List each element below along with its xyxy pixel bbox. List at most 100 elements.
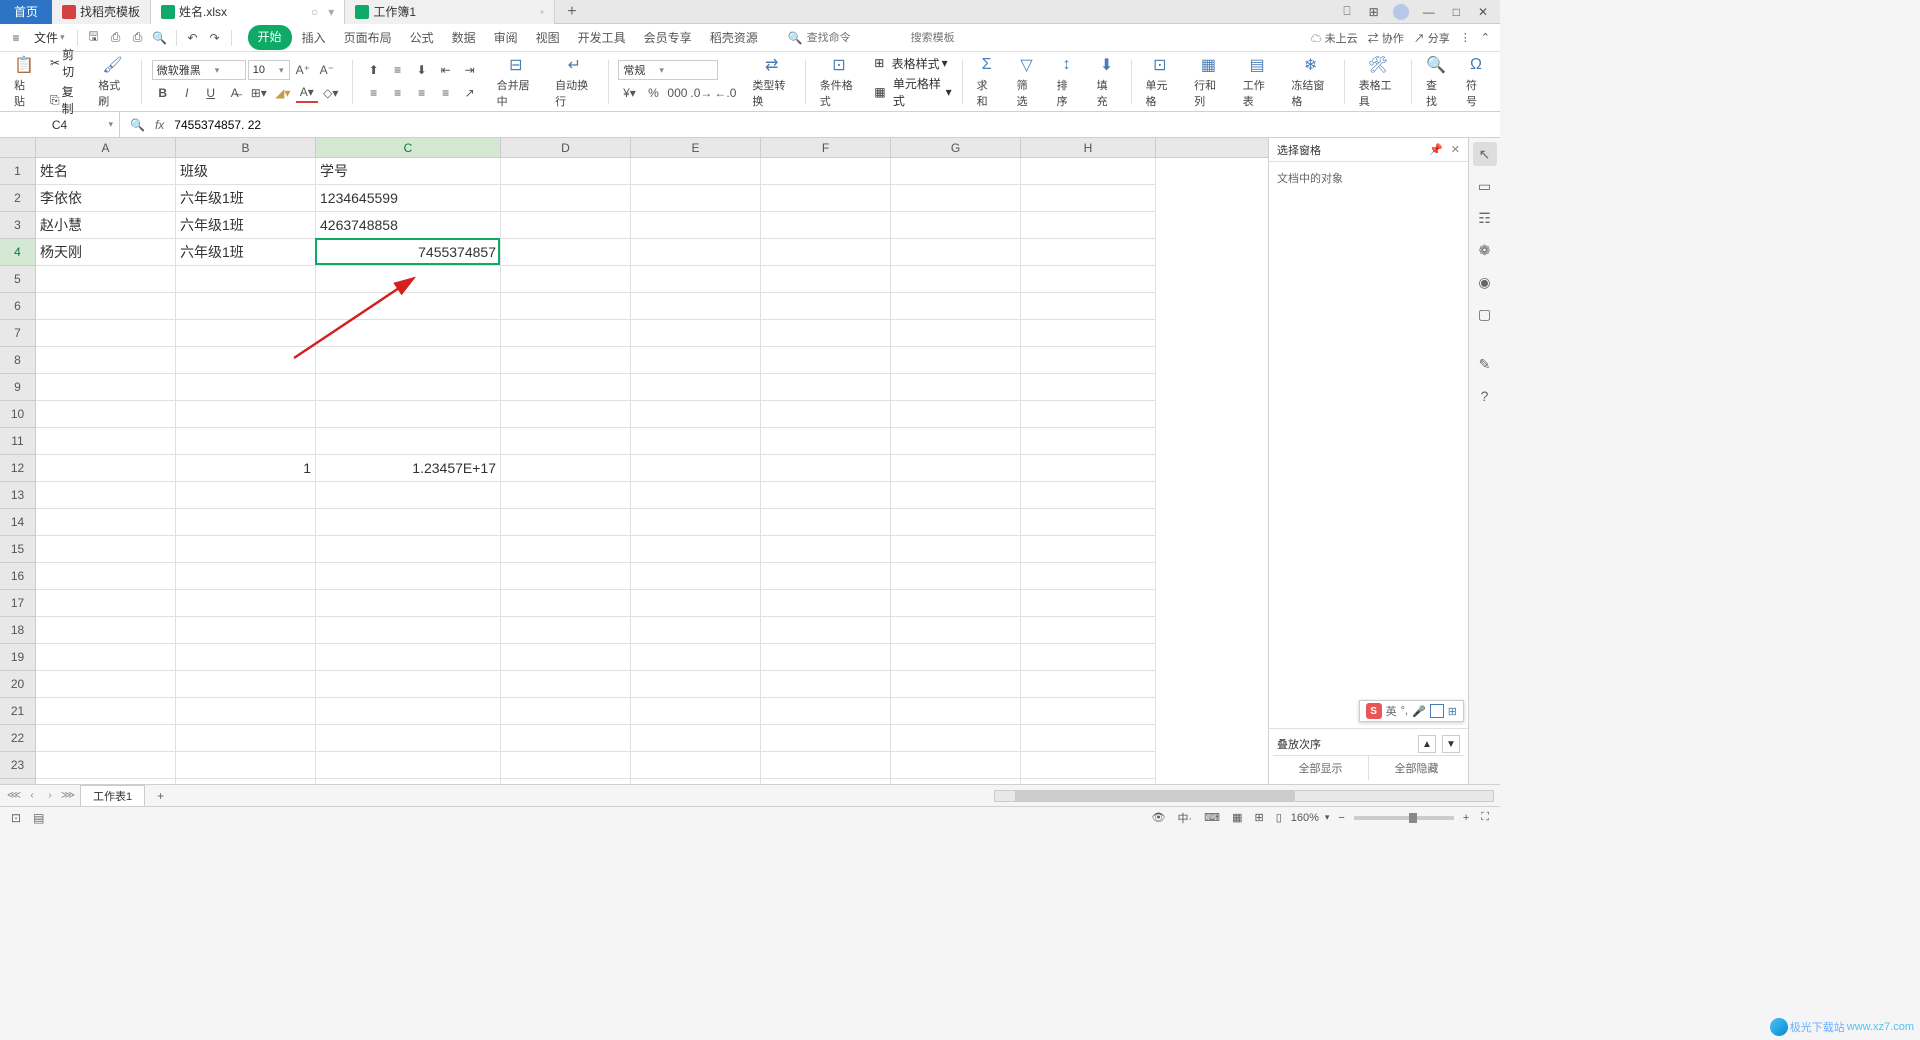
cell-C3[interactable]: 4263748858 <box>316 212 501 239</box>
cell-C11[interactable] <box>316 428 501 455</box>
cell-D23[interactable] <box>501 752 631 779</box>
cell-A23[interactable] <box>36 752 176 779</box>
cell-A15[interactable] <box>36 536 176 563</box>
cell-H5[interactable] <box>1021 266 1156 293</box>
cell-G16[interactable] <box>891 563 1021 590</box>
cell-F14[interactable] <box>761 509 891 536</box>
cancel-icon[interactable]: 🔍 <box>130 118 145 132</box>
cell-A3[interactable]: 赵小慧 <box>36 212 176 239</box>
col-header-B[interactable]: B <box>176 138 316 157</box>
cell-A1[interactable]: 姓名 <box>36 158 176 185</box>
strike-button[interactable]: A̶ <box>224 83 246 103</box>
fx-button[interactable]: fx <box>155 118 164 132</box>
cell-H22[interactable] <box>1021 725 1156 752</box>
cell-A21[interactable] <box>36 698 176 725</box>
cell-F6[interactable] <box>761 293 891 320</box>
row-header-2[interactable]: 2 <box>0 185 36 212</box>
align-mid-icon[interactable]: ≡ <box>387 60 409 80</box>
status-mode-icon[interactable]: ⊡ <box>8 811 24 825</box>
cell-H4[interactable] <box>1021 239 1156 266</box>
col-header-F[interactable]: F <box>761 138 891 157</box>
row-header-17[interactable]: 17 <box>0 590 36 617</box>
cell-G8[interactable] <box>891 347 1021 374</box>
cell-D11[interactable] <box>501 428 631 455</box>
ime-keyboard-icon[interactable] <box>1430 704 1444 718</box>
cell-button[interactable]: ⊡单元格 <box>1141 53 1178 111</box>
gear-icon[interactable]: ❁ <box>1473 238 1497 262</box>
spreadsheet-grid[interactable]: ABCDEFGH 1234567891011121314151617181920… <box>0 138 1268 784</box>
cell-F3[interactable] <box>761 212 891 239</box>
grid-icon[interactable]: ⊞ <box>1365 5 1383 19</box>
cell-D21[interactable] <box>501 698 631 725</box>
search-cmd-input[interactable] <box>807 32 907 44</box>
cell-H6[interactable] <box>1021 293 1156 320</box>
cell-G7[interactable] <box>891 320 1021 347</box>
indent-dec-icon[interactable]: ⇤ <box>435 60 457 80</box>
col-header-H[interactable]: H <box>1021 138 1156 157</box>
cell-H19[interactable] <box>1021 644 1156 671</box>
cell-E21[interactable] <box>631 698 761 725</box>
cell-G14[interactable] <box>891 509 1021 536</box>
cell-H15[interactable] <box>1021 536 1156 563</box>
cell-C15[interactable] <box>316 536 501 563</box>
cell-B17[interactable] <box>176 590 316 617</box>
cell-B3[interactable]: 六年级1班 <box>176 212 316 239</box>
cell-A18[interactable] <box>36 617 176 644</box>
hide-all-button[interactable]: 全部隐藏 <box>1369 756 1464 780</box>
cell-E16[interactable] <box>631 563 761 590</box>
cell-B10[interactable] <box>176 401 316 428</box>
cell-D18[interactable] <box>501 617 631 644</box>
cell-F23[interactable] <box>761 752 891 779</box>
find-button[interactable]: 🔍查找 <box>1422 53 1450 111</box>
row-header-24[interactable]: 24 <box>0 779 36 784</box>
cell-A13[interactable] <box>36 482 176 509</box>
tab-formulas[interactable]: 公式 <box>402 25 442 50</box>
currency-icon[interactable]: ¥▾ <box>618 83 640 103</box>
table-style-button[interactable]: ⊞ 表格样式▾ <box>874 55 947 72</box>
row-header-1[interactable]: 1 <box>0 158 36 185</box>
sheet-first-button[interactable]: ⋘ <box>6 788 22 804</box>
horizontal-scrollbar[interactable] <box>994 790 1494 802</box>
row-header-3[interactable]: 3 <box>0 212 36 239</box>
cell-C20[interactable] <box>316 671 501 698</box>
cell-D2[interactable] <box>501 185 631 212</box>
paste-button[interactable]: 📋粘贴 <box>10 53 38 111</box>
cell-B2[interactable]: 六年级1班 <box>176 185 316 212</box>
share-button[interactable]: ↗ 分享 <box>1414 30 1450 46</box>
cell-A12[interactable] <box>36 455 176 482</box>
align-justify-icon[interactable]: ≡ <box>435 83 457 103</box>
cell-A7[interactable] <box>36 320 176 347</box>
row-header-16[interactable]: 16 <box>0 563 36 590</box>
brush-button[interactable]: 🖌格式刷 <box>94 53 131 111</box>
tab-templates[interactable]: 找稻壳模板 <box>52 0 151 24</box>
cell-C4[interactable]: 7455374857 <box>316 239 501 266</box>
cell-D14[interactable] <box>501 509 631 536</box>
cell-F1[interactable] <box>761 158 891 185</box>
border-button[interactable]: ⊞▾ <box>248 83 270 103</box>
tools-button[interactable]: 🛠表格工具 <box>1355 53 1401 111</box>
cell-F10[interactable] <box>761 401 891 428</box>
cell-B1[interactable]: 班级 <box>176 158 316 185</box>
cell-F21[interactable] <box>761 698 891 725</box>
cell-H17[interactable] <box>1021 590 1156 617</box>
cell-F9[interactable] <box>761 374 891 401</box>
undo-icon[interactable]: ↶ <box>183 28 203 48</box>
cell-A17[interactable] <box>36 590 176 617</box>
cell-C17[interactable] <box>316 590 501 617</box>
search-tpl-input[interactable] <box>911 32 1011 44</box>
cell-H24[interactable] <box>1021 779 1156 784</box>
merge-button[interactable]: ⊟合并居中 <box>493 53 539 111</box>
underline-button[interactable]: U <box>200 83 222 103</box>
row-header-14[interactable]: 14 <box>0 509 36 536</box>
col-header-E[interactable]: E <box>631 138 761 157</box>
font-size-select[interactable]: 10▾ <box>248 60 290 80</box>
cut-button[interactable]: ✂剪切 <box>50 46 82 80</box>
cell-F12[interactable] <box>761 455 891 482</box>
cell-B15[interactable] <box>176 536 316 563</box>
cell-F13[interactable] <box>761 482 891 509</box>
cell-C12[interactable]: 1.23457E+17 <box>316 455 501 482</box>
row-header-13[interactable]: 13 <box>0 482 36 509</box>
cell-A6[interactable] <box>36 293 176 320</box>
cell-H10[interactable] <box>1021 401 1156 428</box>
cell-E9[interactable] <box>631 374 761 401</box>
